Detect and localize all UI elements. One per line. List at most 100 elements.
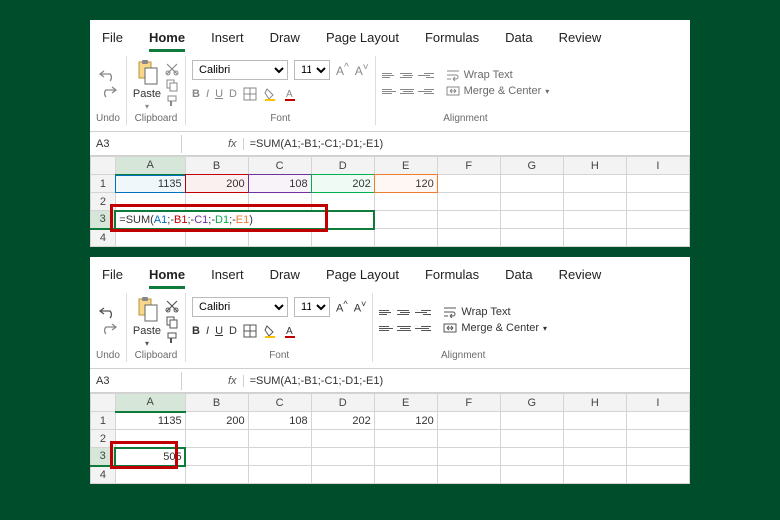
- format-painter-icon[interactable]: [165, 94, 179, 108]
- menu-formulas[interactable]: Formulas: [425, 263, 479, 286]
- col-header-i[interactable]: I: [626, 157, 689, 175]
- border-icon[interactable]: [243, 324, 257, 338]
- fx-icon[interactable]: fx: [222, 138, 244, 150]
- cell-a2[interactable]: [115, 193, 185, 211]
- double-underline-button[interactable]: D: [229, 88, 237, 100]
- cell-i1[interactable]: [626, 175, 689, 193]
- underline-button[interactable]: U: [215, 88, 223, 100]
- menu-home[interactable]: Home: [149, 26, 185, 52]
- double-underline-button[interactable]: D: [229, 325, 237, 337]
- underline-button[interactable]: U: [215, 325, 223, 337]
- redo-icon[interactable]: [99, 321, 117, 335]
- row-header-2[interactable]: 2: [91, 193, 116, 211]
- fill-color-icon[interactable]: [263, 87, 277, 101]
- row-header-3[interactable]: 3: [91, 211, 116, 229]
- name-box[interactable]: A3: [90, 372, 182, 390]
- bold-button[interactable]: B: [192, 88, 200, 100]
- font-color-icon[interactable]: A: [283, 87, 297, 101]
- select-all-corner[interactable]: [91, 394, 116, 412]
- menu-home[interactable]: Home: [149, 263, 185, 289]
- col-header-i[interactable]: I: [626, 394, 689, 412]
- menu-draw[interactable]: Draw: [270, 26, 300, 49]
- wrap-text-button[interactable]: Wrap Text: [446, 69, 550, 81]
- menu-review[interactable]: Review: [559, 26, 602, 49]
- copy-icon[interactable]: [165, 315, 179, 329]
- cut-icon[interactable]: [165, 299, 179, 313]
- menu-file[interactable]: File: [102, 263, 123, 286]
- increase-font-icon[interactable]: A^: [336, 299, 348, 315]
- formula-input[interactable]: =SUM(A1;-B1;-C1;-D1;-E1): [244, 135, 690, 153]
- paste-button[interactable]: Paste ▾: [133, 295, 161, 348]
- merge-center-button[interactable]: Merge & Center ▾: [446, 85, 550, 97]
- col-header-b[interactable]: B: [185, 394, 248, 412]
- menu-draw[interactable]: Draw: [270, 263, 300, 286]
- fill-color-icon[interactable]: [263, 324, 277, 338]
- undo-icon[interactable]: [99, 305, 117, 319]
- copy-icon[interactable]: [165, 78, 179, 92]
- col-header-b[interactable]: B: [185, 157, 248, 175]
- alignment-grid[interactable]: [382, 68, 434, 98]
- fx-icon[interactable]: fx: [222, 375, 244, 387]
- col-header-a[interactable]: A: [115, 157, 185, 175]
- menu-insert[interactable]: Insert: [211, 26, 244, 49]
- border-icon[interactable]: [243, 87, 257, 101]
- col-header-g[interactable]: G: [500, 157, 563, 175]
- menu-page-layout[interactable]: Page Layout: [326, 26, 399, 49]
- col-header-d[interactable]: D: [311, 157, 374, 175]
- row-header-4[interactable]: 4: [91, 466, 116, 484]
- font-size-select[interactable]: 11: [294, 60, 330, 80]
- cell-g1[interactable]: [500, 175, 563, 193]
- menu-data[interactable]: Data: [505, 26, 532, 49]
- col-header-c[interactable]: C: [248, 394, 311, 412]
- bold-button[interactable]: B: [192, 325, 200, 337]
- cell-c1[interactable]: 108: [248, 175, 311, 193]
- cell-a1[interactable]: 1135: [115, 412, 185, 430]
- col-header-e[interactable]: E: [374, 394, 437, 412]
- row-header-1[interactable]: 1: [91, 412, 116, 430]
- row-header-3[interactable]: 3: [91, 448, 116, 466]
- font-name-select[interactable]: Calibri: [192, 297, 288, 317]
- name-box[interactable]: A3: [90, 135, 182, 153]
- cell-b1[interactable]: 200: [185, 412, 248, 430]
- formula-input[interactable]: =SUM(A1;-B1;-C1;-D1;-E1): [244, 372, 690, 390]
- cell-d1[interactable]: 202: [311, 175, 374, 193]
- italic-button[interactable]: I: [206, 88, 209, 100]
- paste-button[interactable]: Paste ▾: [133, 58, 161, 111]
- format-painter-icon[interactable]: [165, 331, 179, 345]
- cell-f1[interactable]: [437, 175, 500, 193]
- col-header-f[interactable]: F: [437, 394, 500, 412]
- merge-center-button[interactable]: Merge & Center ▾: [443, 322, 547, 334]
- font-size-select[interactable]: 11: [294, 297, 330, 317]
- col-header-h[interactable]: H: [563, 157, 626, 175]
- decrease-font-icon[interactable]: A˅: [354, 299, 367, 315]
- cell-c1[interactable]: 108: [248, 412, 311, 430]
- cell-e1[interactable]: 120: [374, 175, 437, 193]
- select-all-corner[interactable]: [91, 157, 116, 175]
- spreadsheet-grid[interactable]: A B C D E F G H I 1 1135 200 108 202 120: [90, 156, 690, 247]
- col-header-c[interactable]: C: [248, 157, 311, 175]
- undo-icon[interactable]: [99, 68, 117, 82]
- menu-page-layout[interactable]: Page Layout: [326, 263, 399, 286]
- col-header-e[interactable]: E: [374, 157, 437, 175]
- cut-icon[interactable]: [165, 62, 179, 76]
- col-header-h[interactable]: H: [563, 394, 626, 412]
- menu-data[interactable]: Data: [505, 263, 532, 286]
- spreadsheet-grid[interactable]: A B C D E F G H I 1 1135 200 108 202 120…: [90, 393, 690, 484]
- menu-review[interactable]: Review: [559, 263, 602, 286]
- col-header-a[interactable]: A: [115, 394, 185, 412]
- menu-formulas[interactable]: Formulas: [425, 26, 479, 49]
- row-header-1[interactable]: 1: [91, 175, 116, 193]
- col-header-f[interactable]: F: [437, 157, 500, 175]
- wrap-text-button[interactable]: Wrap Text: [443, 306, 547, 318]
- cell-a3[interactable]: =SUM(A1;-B1;-C1;-D1;-E1): [115, 211, 374, 229]
- font-name-select[interactable]: Calibri: [192, 60, 288, 80]
- menu-file[interactable]: File: [102, 26, 123, 49]
- redo-icon[interactable]: [99, 84, 117, 98]
- cell-a1[interactable]: 1135: [115, 175, 185, 193]
- menu-insert[interactable]: Insert: [211, 263, 244, 286]
- cell-h1[interactable]: [563, 175, 626, 193]
- col-header-g[interactable]: G: [500, 394, 563, 412]
- cell-d1[interactable]: 202: [311, 412, 374, 430]
- italic-button[interactable]: I: [206, 325, 209, 337]
- cell-e1[interactable]: 120: [374, 412, 437, 430]
